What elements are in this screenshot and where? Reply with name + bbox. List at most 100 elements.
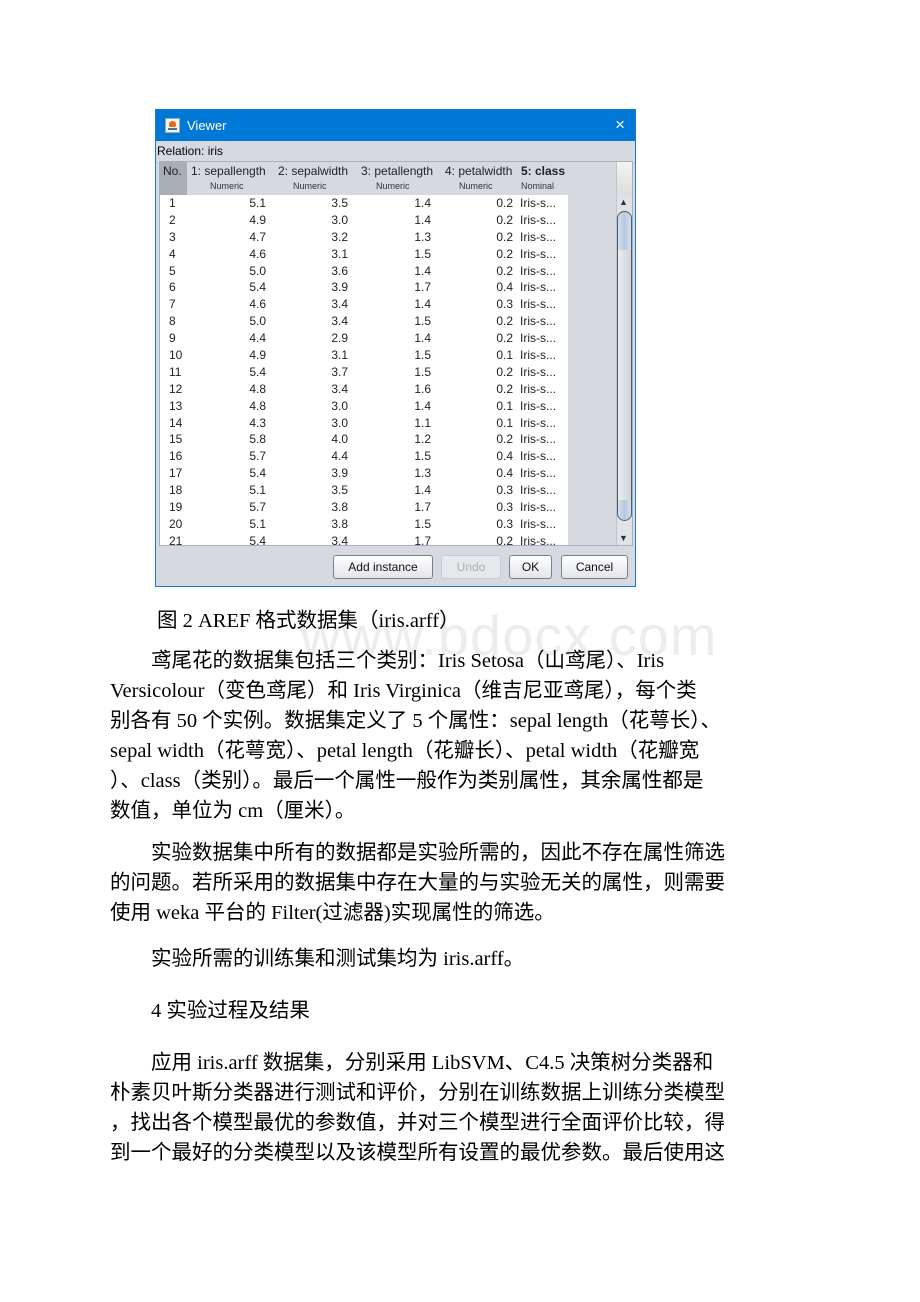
table-cell[interactable]: 1.5 xyxy=(414,449,431,463)
table-cell[interactable]: 5.7 xyxy=(249,500,266,514)
table-cell[interactable]: 17 xyxy=(169,466,182,480)
table-cell[interactable]: 0.2 xyxy=(496,247,513,261)
table-cell[interactable]: 2.9 xyxy=(331,331,348,345)
table-cell[interactable]: 9 xyxy=(169,331,176,345)
table-cell[interactable]: Iris-s... xyxy=(520,416,556,430)
table-cell[interactable]: 0.1 xyxy=(496,348,513,362)
table-cell[interactable]: 3.6 xyxy=(331,264,348,278)
undo-button[interactable]: Undo xyxy=(441,555,501,579)
scroll-up-icon[interactable]: ▲ xyxy=(619,197,628,207)
table-cell[interactable]: 3.7 xyxy=(331,365,348,379)
table-cell[interactable]: 5.8 xyxy=(249,432,266,446)
table-cell[interactable]: Iris-s... xyxy=(520,517,556,531)
table-cell[interactable]: 4.6 xyxy=(249,247,266,261)
table-cell[interactable]: 1 xyxy=(169,196,176,210)
table-cell[interactable]: 4.7 xyxy=(249,230,266,244)
table-cell[interactable]: Iris-s... xyxy=(520,264,556,278)
table-cell[interactable]: 3.4 xyxy=(331,382,348,396)
table-cell[interactable]: Iris-s... xyxy=(520,534,556,545)
table-row[interactable]: 19 5.7 3.8 1.7 0.3 Iris-s... xyxy=(160,499,568,516)
table-cell[interactable]: 12 xyxy=(169,382,182,396)
column-header-no[interactable]: No. xyxy=(160,162,187,195)
table-row[interactable]: 15 5.8 4.0 1.2 0.2 Iris-s... xyxy=(160,431,568,448)
table-cell[interactable]: Iris-s... xyxy=(520,348,556,362)
table-cell[interactable]: 3.4 xyxy=(331,297,348,311)
table-cell[interactable]: 1.6 xyxy=(414,382,431,396)
table-row[interactable]: 5 5.0 3.6 1.4 0.2 Iris-s... xyxy=(160,263,568,280)
table-cell[interactable]: 0.2 xyxy=(496,382,513,396)
table-cell[interactable]: 0.2 xyxy=(496,196,513,210)
column-header-class[interactable]: 5: class Nominal xyxy=(521,162,567,195)
table-cell[interactable]: 0.2 xyxy=(496,213,513,227)
table-cell[interactable]: 3.0 xyxy=(331,213,348,227)
table-cell[interactable]: Iris-s... xyxy=(520,449,556,463)
table-row[interactable]: 13 4.8 3.0 1.4 0.1 Iris-s... xyxy=(160,398,568,415)
table-cell[interactable]: Iris-s... xyxy=(520,247,556,261)
table-cell[interactable]: 20 xyxy=(169,517,182,531)
table-cell[interactable]: 14 xyxy=(169,416,182,430)
table-cell[interactable]: 1.5 xyxy=(414,247,431,261)
table-row[interactable]: 14 4.3 3.0 1.1 0.1 Iris-s... xyxy=(160,415,568,432)
table-cell[interactable]: Iris-s... xyxy=(520,500,556,514)
table-cell[interactable]: 4.4 xyxy=(331,449,348,463)
table-cell[interactable]: 5.4 xyxy=(249,466,266,480)
table-row[interactable]: 1 5.1 3.5 1.4 0.2 Iris-s... xyxy=(160,195,568,212)
table-cell[interactable]: 4.6 xyxy=(249,297,266,311)
table-cell[interactable]: 0.4 xyxy=(496,449,513,463)
table-cell[interactable]: 3.0 xyxy=(331,399,348,413)
table-cell[interactable]: 2 xyxy=(169,213,176,227)
table-cell[interactable]: 4.0 xyxy=(331,432,348,446)
table-cell[interactable]: 3.8 xyxy=(331,500,348,514)
table-row[interactable]: 16 5.7 4.4 1.5 0.4 Iris-s... xyxy=(160,448,568,465)
table-cell[interactable]: 0.2 xyxy=(496,331,513,345)
table-cell[interactable]: 3.4 xyxy=(331,534,348,545)
table-row[interactable]: 11 5.4 3.7 1.5 0.2 Iris-s... xyxy=(160,364,568,381)
table-cell[interactable]: 1.4 xyxy=(414,399,431,413)
table-cell[interactable]: 0.3 xyxy=(496,500,513,514)
table-cell[interactable]: 1.5 xyxy=(414,314,431,328)
table-cell[interactable]: 3.2 xyxy=(331,230,348,244)
table-cell[interactable]: Iris-s... xyxy=(520,382,556,396)
table-row[interactable]: 20 5.1 3.8 1.5 0.3 Iris-s... xyxy=(160,516,568,533)
table-cell[interactable]: Iris-s... xyxy=(520,483,556,497)
column-header-sepallength[interactable]: 1: sepallength Numeric xyxy=(191,162,275,195)
table-cell[interactable]: 4.4 xyxy=(249,331,266,345)
table-cell[interactable]: 1.4 xyxy=(414,213,431,227)
title-bar[interactable]: Viewer × xyxy=(156,110,635,141)
table-cell[interactable]: 3.1 xyxy=(331,348,348,362)
table-row[interactable]: 9 4.4 2.9 1.4 0.2 Iris-s... xyxy=(160,330,568,347)
ok-button[interactable]: OK xyxy=(509,555,552,579)
table-cell[interactable]: Iris-s... xyxy=(520,365,556,379)
table-cell[interactable]: 0.2 xyxy=(496,264,513,278)
table-cell[interactable]: 4.9 xyxy=(249,213,266,227)
table-cell[interactable]: 0.2 xyxy=(496,534,513,545)
table-cell[interactable]: 1.3 xyxy=(414,230,431,244)
table-cell[interactable]: 0.3 xyxy=(496,297,513,311)
table-cell[interactable]: 21 xyxy=(169,534,182,545)
table-cell[interactable]: 0.3 xyxy=(496,483,513,497)
table-cell[interactable]: 8 xyxy=(169,314,176,328)
table-cell[interactable]: 1.5 xyxy=(414,348,431,362)
table-cell[interactable]: 4.9 xyxy=(249,348,266,362)
column-header-sepalwidth[interactable]: 2: sepalwidth Numeric xyxy=(278,162,358,195)
table-cell[interactable]: 11 xyxy=(169,365,181,379)
table-cell[interactable]: 4.8 xyxy=(249,399,266,413)
table-cell[interactable]: Iris-s... xyxy=(520,297,556,311)
table-cell[interactable]: 18 xyxy=(169,483,182,497)
table-row[interactable]: 4 4.6 3.1 1.5 0.2 Iris-s... xyxy=(160,246,568,263)
table-cell[interactable]: 5 xyxy=(169,264,176,278)
table-cell[interactable]: Iris-s... xyxy=(520,466,556,480)
table-cell[interactable]: 1.4 xyxy=(414,297,431,311)
table-row[interactable]: 10 4.9 3.1 1.5 0.1 Iris-s... xyxy=(160,347,568,364)
table-row[interactable]: 7 4.6 3.4 1.4 0.3 Iris-s... xyxy=(160,296,568,313)
cancel-button[interactable]: Cancel xyxy=(561,555,628,579)
table-cell[interactable]: 4 xyxy=(169,247,176,261)
table-cell[interactable]: Iris-s... xyxy=(520,331,556,345)
table-cell[interactable]: 3.5 xyxy=(331,483,348,497)
table-cell[interactable]: Iris-s... xyxy=(520,432,556,446)
table-cell[interactable]: 3.4 xyxy=(331,314,348,328)
table-cell[interactable]: 4.8 xyxy=(249,382,266,396)
table-cell[interactable]: 10 xyxy=(169,348,182,362)
table-cell[interactable]: 3 xyxy=(169,230,176,244)
table-cell[interactable]: 5.0 xyxy=(249,264,266,278)
